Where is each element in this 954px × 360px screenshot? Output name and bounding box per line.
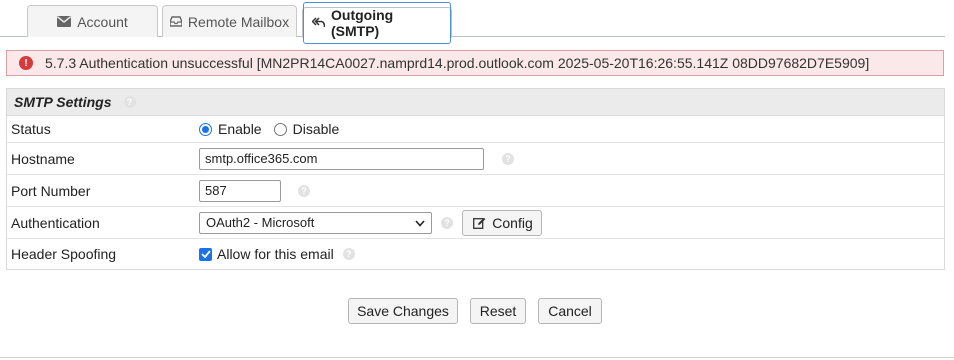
spoofing-help-icon[interactable]: ?	[342, 248, 355, 260]
tab-outgoing-smtp[interactable]: Outgoing (SMTP)	[302, 1, 452, 44]
hostname-help-icon[interactable]: ?	[502, 152, 514, 165]
header-spoofing-row: Header Spoofing Allow for this email ?	[7, 239, 944, 269]
authentication-selected: OAuth2 - Microsoft	[206, 215, 315, 230]
status-enable-radio[interactable]	[199, 122, 212, 136]
port-help-icon[interactable]: ?	[298, 184, 310, 197]
tab-account-label: Account	[77, 13, 128, 30]
port-input[interactable]	[199, 179, 281, 202]
hostname-label: Hostname	[11, 150, 75, 167]
smtp-settings-panel: SMTP Settings ? Status Enable Disable Ho…	[6, 88, 945, 270]
authentication-row: Authentication OAuth2 - Microsoft ? Conf…	[7, 207, 944, 239]
hostname-row: Hostname ?	[7, 143, 944, 175]
tab-outgoing-smtp-focus: Outgoing (SMTP)	[303, 1, 451, 44]
status-disable-label[interactable]: Disable	[293, 121, 340, 137]
status-row: Status Enable Disable	[7, 116, 944, 143]
envelope-icon	[57, 16, 72, 27]
tab-remote-mailbox-label: Remote Mailbox	[187, 13, 290, 30]
error-icon: !	[19, 56, 33, 70]
tab-account[interactable]: Account	[27, 5, 158, 37]
reply-all-icon	[312, 17, 325, 28]
error-banner: ! 5.7.3 Authentication unsuccessful [MN2…	[6, 50, 944, 76]
authentication-select[interactable]: OAuth2 - Microsoft	[199, 211, 432, 234]
authentication-help-icon[interactable]: ?	[441, 216, 453, 229]
authentication-label: Authentication	[11, 214, 100, 231]
tab-bar: Account Remote Mailbox Outgoing (SMTP)	[0, 0, 945, 44]
reset-button[interactable]: Reset	[470, 298, 526, 324]
tab-outgoing-smtp-label: Outgoing (SMTP)	[331, 6, 394, 39]
tab-remote-mailbox[interactable]: Remote Mailbox	[162, 5, 297, 37]
section-header: SMTP Settings ?	[7, 89, 944, 116]
error-message: 5.7.3 Authentication unsuccessful [MN2PR…	[45, 55, 870, 71]
status-enable-label[interactable]: Enable	[218, 121, 262, 137]
config-button[interactable]: Config	[462, 209, 542, 236]
hostname-control: ?	[199, 147, 514, 170]
chevron-down-icon	[415, 215, 425, 230]
authentication-control: OAuth2 - Microsoft ? Config	[199, 209, 542, 236]
status-disable-radio[interactable]	[273, 122, 287, 136]
status-options: Enable Disable	[199, 121, 339, 137]
save-changes-button[interactable]: Save Changes	[348, 298, 458, 324]
section-title: SMTP Settings	[14, 94, 112, 110]
hostname-input[interactable]	[199, 147, 484, 170]
allow-spoofing-label[interactable]: Allow for this email	[217, 246, 334, 262]
port-control: ?	[199, 179, 310, 202]
cancel-button[interactable]: Cancel	[538, 298, 602, 324]
port-label: Port Number	[11, 182, 91, 199]
inbox-tray-icon	[169, 16, 182, 27]
smtp-settings-page: Account Remote Mailbox Outgoing (SMTP) !…	[0, 0, 954, 360]
status-label: Status	[11, 121, 51, 137]
config-button-label: Config	[492, 214, 533, 231]
allow-spoofing-checkbox[interactable]	[199, 247, 212, 261]
header-spoofing-label: Header Spoofing	[11, 246, 117, 262]
help-icon[interactable]: ?	[123, 96, 136, 108]
footer-divider	[0, 357, 954, 358]
header-spoofing-control: Allow for this email ?	[199, 246, 355, 262]
port-row: Port Number ?	[7, 175, 944, 207]
checkmark-icon	[200, 250, 211, 258]
edit-icon	[473, 217, 486, 229]
